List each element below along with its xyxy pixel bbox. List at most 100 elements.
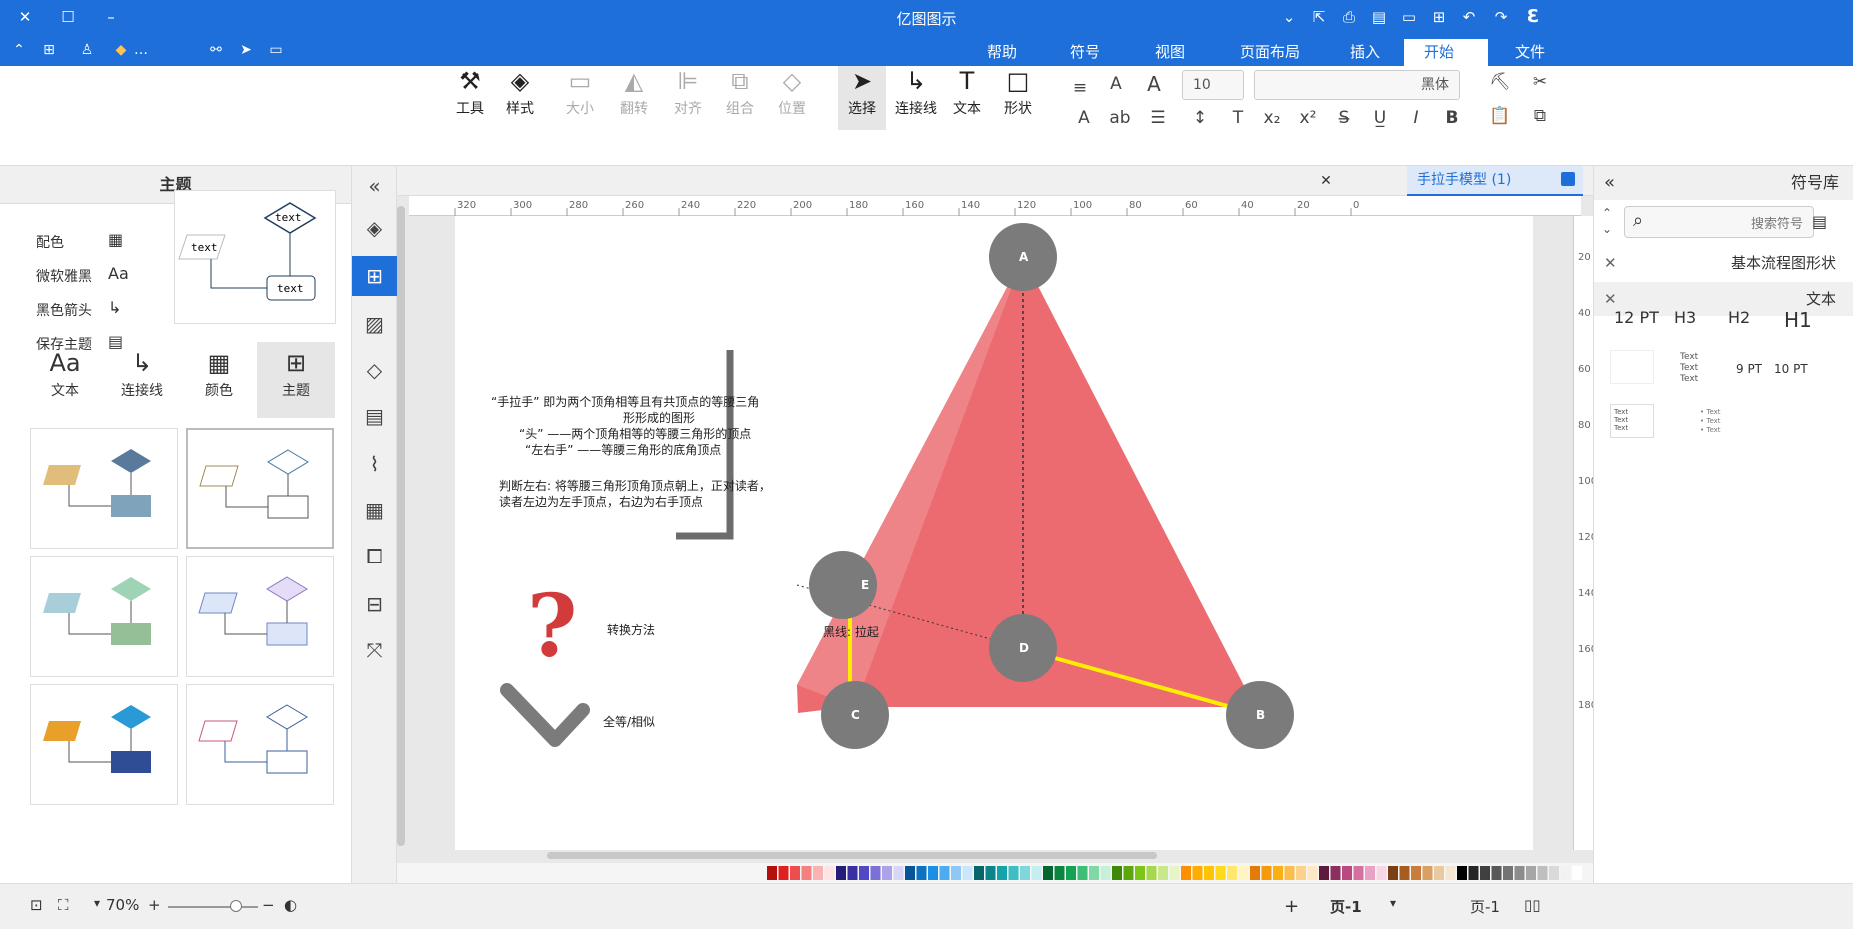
share-icon[interactable]: ⇱ <box>1308 6 1330 28</box>
color-swatch[interactable] <box>1376 866 1387 880</box>
color-swatch[interactable] <box>1192 866 1203 880</box>
color-swatch[interactable] <box>1399 866 1410 880</box>
tab-theme[interactable]: ⊞ 主题 <box>257 342 335 418</box>
color-swatch[interactable] <box>813 866 823 880</box>
format-painter-icon[interactable]: ⛏ <box>1488 72 1512 92</box>
font-size-select[interactable]: 10 <box>1182 70 1244 100</box>
color-swatch[interactable] <box>1572 866 1582 880</box>
add-page-icon[interactable]: + <box>1284 896 1299 917</box>
list-item-font[interactable]: 微软雅黑 <box>36 266 92 286</box>
align-button[interactable]: ⊫ 对齐 <box>668 66 708 118</box>
text-button[interactable]: T 文本 <box>947 66 987 118</box>
color-swatch[interactable] <box>1031 866 1042 880</box>
zoom-dropdown-icon[interactable]: ▾ <box>94 896 100 910</box>
subscript-icon[interactable]: x₂ <box>1260 108 1284 128</box>
text-10pt[interactable]: 10 PT <box>1774 362 1808 376</box>
superscript-icon[interactable]: x² <box>1296 108 1320 128</box>
vertical-scrollbar[interactable] <box>397 206 405 846</box>
color-palette[interactable] <box>397 863 1593 883</box>
horizontal-scrollbar[interactable] <box>547 852 1157 859</box>
color-swatch[interactable] <box>1319 866 1329 880</box>
cut-icon[interactable]: ✂ <box>1528 72 1552 92</box>
text-size-icon[interactable]: T <box>1226 108 1250 128</box>
text-12pt[interactable]: 12 PT <box>1614 308 1659 327</box>
tools-button[interactable]: ⚒ 工具 <box>450 66 490 118</box>
color-swatch[interactable] <box>1537 866 1548 880</box>
color-swatch[interactable] <box>951 866 961 880</box>
fill-icon[interactable]: ◈ <box>352 208 397 248</box>
color-swatch[interactable] <box>1261 866 1272 880</box>
page-tab-active[interactable]: 页-1 <box>1330 896 1362 917</box>
theme-grid-icon[interactable]: ⊞ <box>352 256 397 296</box>
document-tab[interactable]: 手拉手模型 (1) <box>1407 166 1583 196</box>
redo-icon[interactable]: ↷ <box>1490 6 1512 28</box>
color-swatch[interactable] <box>1089 866 1099 880</box>
color-swatch[interactable] <box>882 866 892 880</box>
color-swatch[interactable] <box>870 866 881 880</box>
color-swatch[interactable] <box>1054 866 1065 880</box>
text-sample-lines[interactable]: Text Text Text <box>1680 352 1698 385</box>
tab-color[interactable]: ▦ 颜色 <box>180 342 258 418</box>
color-swatch[interactable] <box>824 866 835 880</box>
zoom-slider-handle[interactable] <box>230 900 242 912</box>
color-swatch[interactable] <box>1388 866 1398 880</box>
zoom-out-icon[interactable]: − <box>262 896 275 914</box>
color-swatch[interactable] <box>1158 866 1168 880</box>
color-swatch[interactable] <box>1353 866 1364 880</box>
scroll-down-icon[interactable]: ⌄ <box>1602 222 1612 236</box>
collapse-icon[interactable]: ⌃ <box>8 40 30 60</box>
tab-connector[interactable]: ↳ 连接线 <box>103 342 181 418</box>
color-swatch[interactable] <box>1215 866 1226 880</box>
color-swatch[interactable] <box>778 866 789 880</box>
color-swatch[interactable] <box>1514 866 1525 880</box>
collapse-icon[interactable]: « <box>1604 166 1615 200</box>
minimize-icon[interactable]: – <box>100 6 122 28</box>
tab-symbol[interactable]: 符号 <box>1050 39 1120 66</box>
text-list-sample[interactable]: Text Text Text <box>1610 404 1654 438</box>
panel-layout-icon[interactable]: ▯▯ <box>1524 896 1541 914</box>
color-swatch[interactable] <box>1169 866 1180 880</box>
italic-icon[interactable]: I <box>1404 108 1428 128</box>
symbol-search[interactable]: ⌕ 搜索符号 <box>1624 206 1814 238</box>
list-item-arrow[interactable]: 黑色箭头 <box>36 300 92 320</box>
color-swatch[interactable] <box>939 866 950 880</box>
image-icon[interactable]: ▨ <box>352 304 397 344</box>
color-swatch[interactable] <box>1434 866 1444 880</box>
fit-icon[interactable]: ⤧ <box>352 630 397 670</box>
open-icon[interactable]: ▭ <box>1398 6 1420 28</box>
comment-icon[interactable]: ▭ <box>265 40 287 60</box>
color-swatch[interactable] <box>1411 866 1421 880</box>
position-button[interactable]: ◇ 位置 <box>772 66 812 118</box>
tab-text[interactable]: Aa 文本 <box>26 342 104 418</box>
list-icon[interactable]: ☰ <box>1146 108 1170 128</box>
color-swatch[interactable] <box>1066 866 1076 880</box>
color-swatch[interactable] <box>1112 866 1122 880</box>
apps-icon[interactable]: ⊞ <box>38 40 60 60</box>
color-swatch[interactable] <box>905 866 915 880</box>
color-swatch[interactable] <box>1296 866 1306 880</box>
color-swatch[interactable] <box>847 866 858 880</box>
bullet-list-sample[interactable]: • Text • Text • Text <box>1700 408 1721 435</box>
theme-icon[interactable]: ♙ <box>76 40 98 60</box>
canvas-area[interactable]: 手拉手模型 (1) ✕ 0 20 40 60 80 100 120 140 160 180 200 2… <box>397 166 1597 883</box>
color-swatch[interactable] <box>1330 866 1341 880</box>
theme-card-6[interactable] <box>186 684 334 805</box>
fit-window-icon[interactable]: ◐ <box>284 896 297 914</box>
color-swatch[interactable] <box>1342 866 1352 880</box>
tab-home[interactable]: 开始 <box>1404 39 1488 66</box>
vip-icon[interactable]: ◆ <box>110 40 132 60</box>
color-swatch[interactable] <box>1077 866 1088 880</box>
zoom-in-icon[interactable]: + <box>148 896 161 914</box>
tab-insert[interactable]: 插入 <box>1330 39 1400 66</box>
chart-icon[interactable]: ⌇ <box>352 444 397 484</box>
slides-icon[interactable]: ⊟ <box>352 584 397 624</box>
font-color-icon[interactable]: A <box>1072 108 1096 128</box>
text-h3[interactable]: H3 <box>1674 308 1696 327</box>
color-swatch[interactable] <box>1123 866 1134 880</box>
color-swatch[interactable] <box>1204 866 1214 880</box>
puzzle-icon[interactable]: ⧠ <box>352 536 397 576</box>
page-icon[interactable]: ▤ <box>352 396 397 436</box>
text-highlight-icon[interactable]: ab <box>1108 108 1132 128</box>
color-swatch[interactable] <box>893 866 904 880</box>
bold-icon[interactable]: B <box>1440 108 1464 128</box>
